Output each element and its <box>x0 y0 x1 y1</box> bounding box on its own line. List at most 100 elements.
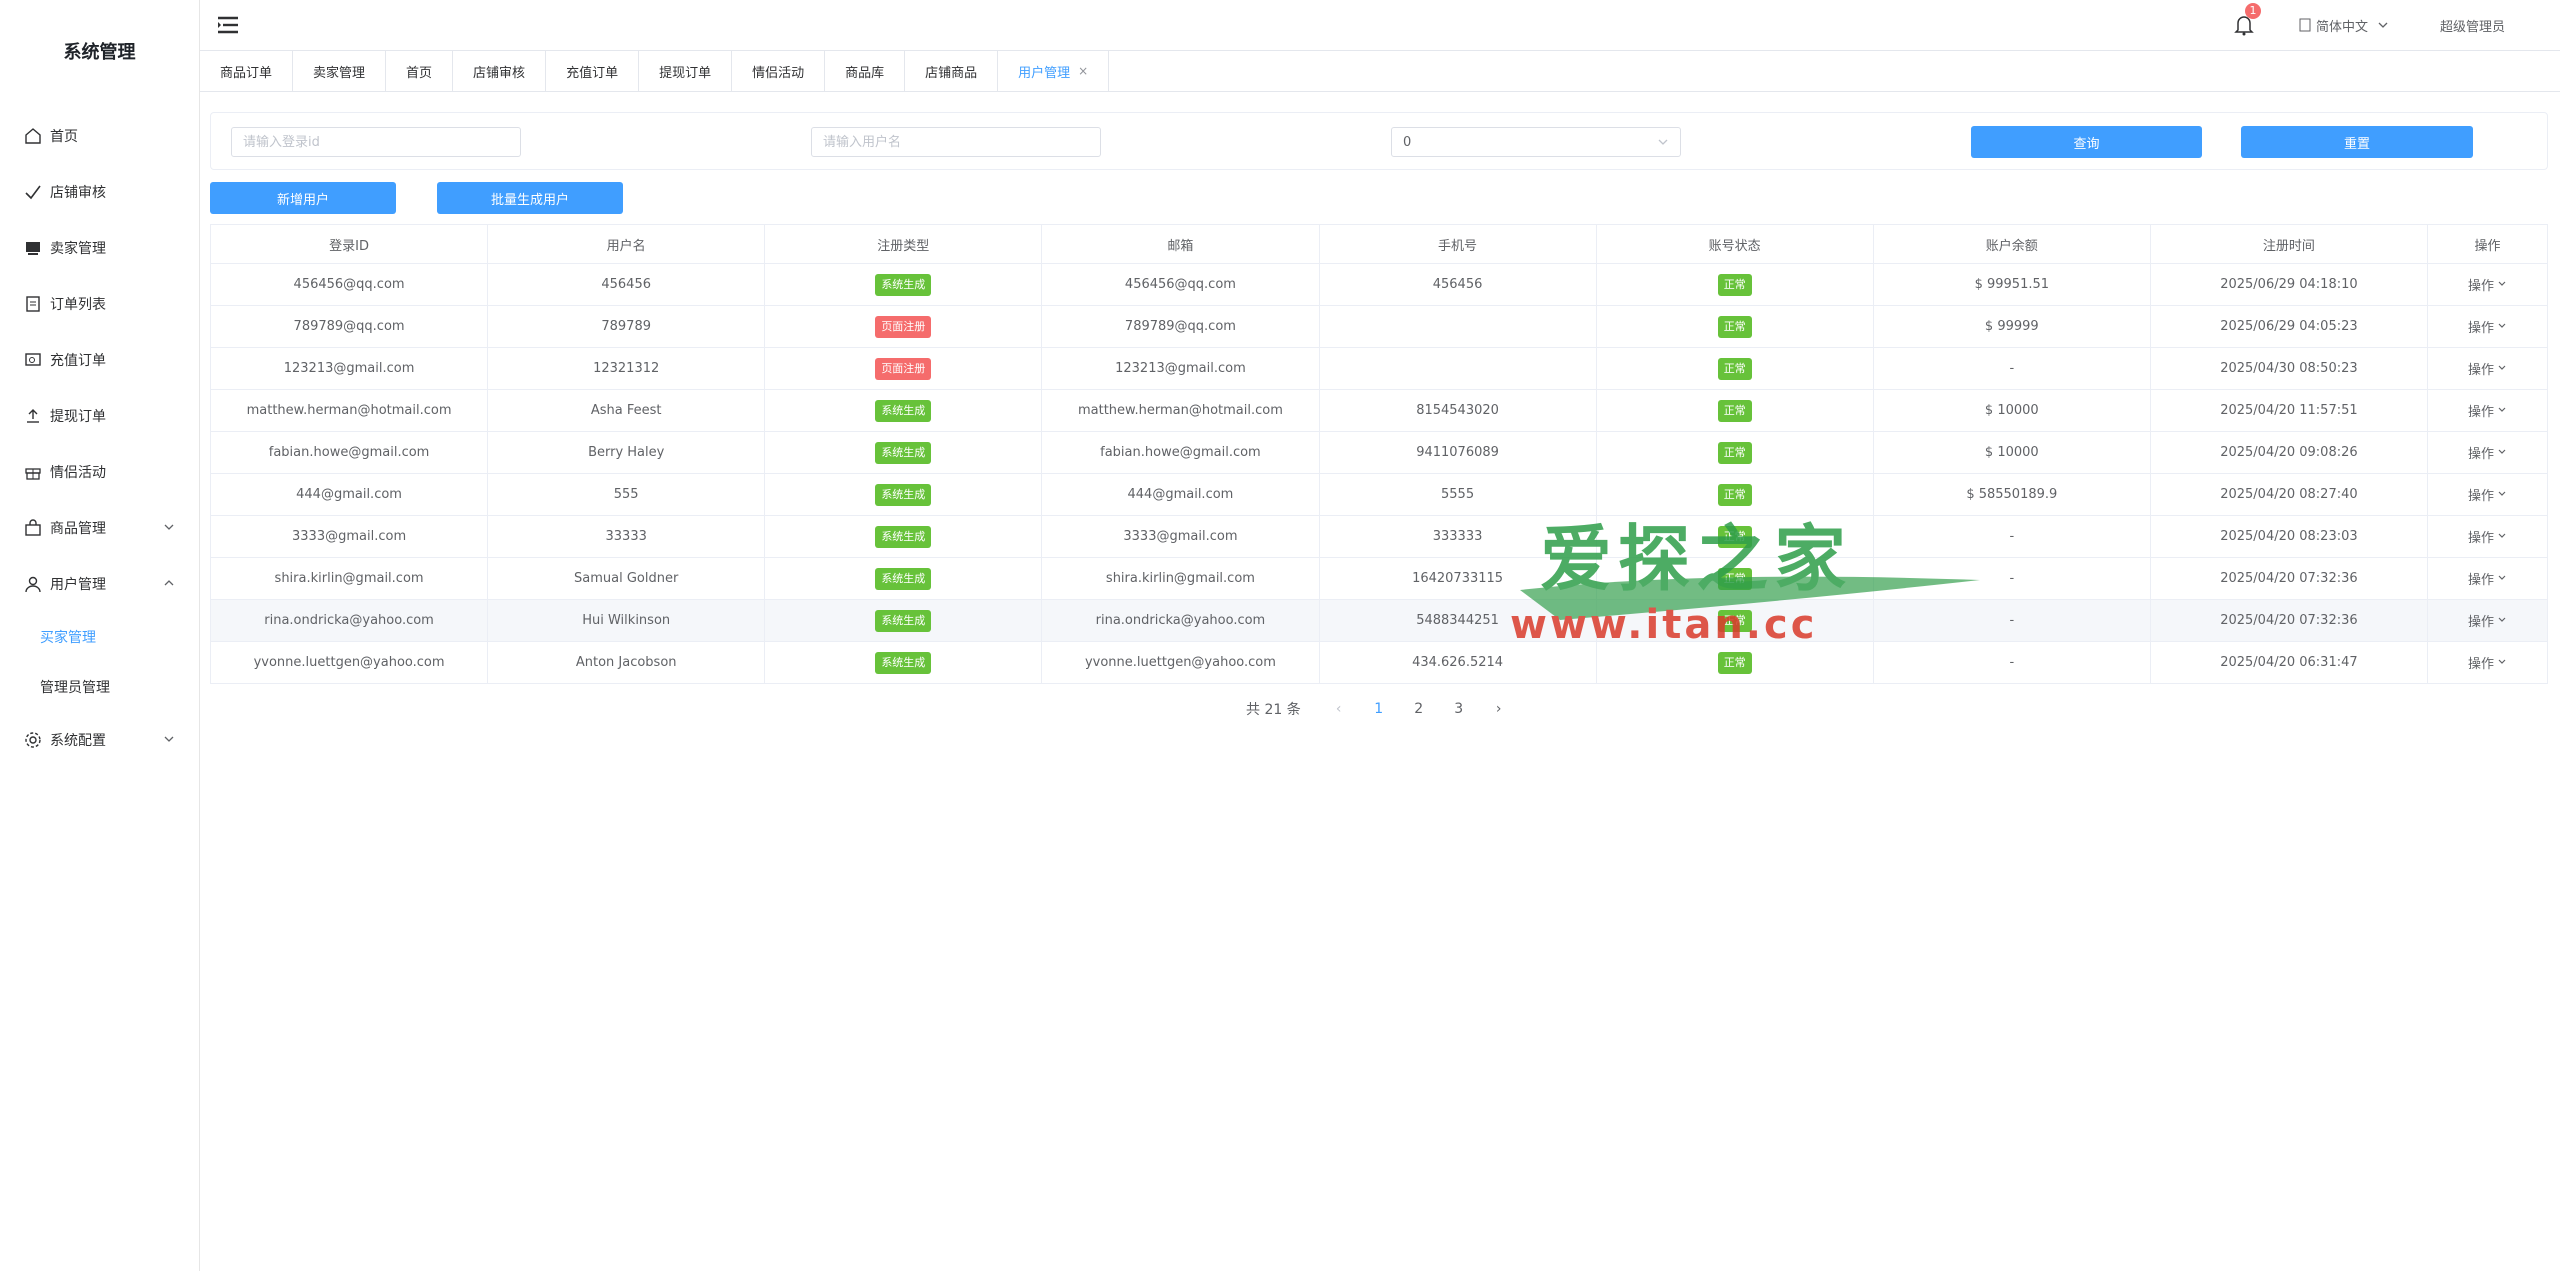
cell-register-type: 系统生成 <box>764 263 1043 306</box>
query-button[interactable]: 查询 <box>1971 126 2202 158</box>
row-actions-dropdown[interactable]: 操作 <box>2468 489 2507 504</box>
status-tag: 正常 <box>1717 609 1752 632</box>
tab-shop-products[interactable]: 店铺商品 <box>905 51 999 91</box>
row-actions-dropdown[interactable]: 操作 <box>2468 279 2507 294</box>
row-actions-dropdown[interactable]: 操作 <box>2468 573 2507 588</box>
cell-status: 正常 <box>1595 389 1874 432</box>
menu-toggle-icon[interactable] <box>216 14 240 36</box>
cell-register-type: 页面注册 <box>764 347 1043 390</box>
close-icon[interactable]: × <box>1078 64 1088 78</box>
status-tag: 正常 <box>1717 441 1752 464</box>
cell-login-id: 123213@gmail.com <box>209 347 489 390</box>
row-actions-dropdown[interactable]: 操作 <box>2468 615 2507 630</box>
register-type-tag: 系统生成 <box>875 651 932 674</box>
batch-generate-button[interactable]: 批量生成用户 <box>437 182 623 214</box>
col-email: 邮箱 <box>1041 224 1320 264</box>
user-menu[interactable]: 超级管理员 <box>2440 13 2505 37</box>
cell-actions: 操作 <box>2427 389 2548 432</box>
reset-button[interactable]: 重置 <box>2241 126 2473 158</box>
register-type-tag: 页面注册 <box>875 357 932 380</box>
cell-login-id: yvonne.luettgen@yahoo.com <box>209 641 489 684</box>
tab-shop-review[interactable]: 店铺审核 <box>453 51 547 91</box>
page-2[interactable]: 2 <box>1399 701 1439 717</box>
cell-register-type: 系统生成 <box>764 389 1043 432</box>
tab-product-orders[interactable]: 商品订单 <box>200 51 294 91</box>
page-3[interactable]: 3 <box>1439 701 1479 717</box>
tab-user-management[interactable]: 用户管理 × <box>998 51 1110 91</box>
cell-actions: 操作 <box>2427 431 2548 474</box>
cell-username: Samual Goldner <box>487 557 766 600</box>
cell-username: Hui Wilkinson <box>487 599 766 642</box>
notification-badge: 1 <box>2245 3 2261 19</box>
cell-actions: 操作 <box>2427 305 2548 348</box>
cell-balance: - <box>1872 515 2151 558</box>
cell-register-type: 系统生成 <box>764 473 1043 516</box>
cell-phone: 5555 <box>1318 473 1597 516</box>
tab-product-library[interactable]: 商品库 <box>825 51 906 91</box>
cell-login-id: shira.kirlin@gmail.com <box>209 557 489 600</box>
sidebar-item-withdraw[interactable]: 提现订单 <box>0 388 199 444</box>
status-tag: 正常 <box>1717 651 1752 674</box>
cell-login-id: rina.ondricka@yahoo.com <box>209 599 489 642</box>
sidebar-subitem-admins[interactable]: 管理员管理 <box>0 662 199 712</box>
tab-couple-activity[interactable]: 情侣活动 <box>732 51 826 91</box>
sidebar-item-users[interactable]: 用户管理 <box>0 556 199 612</box>
cell-email: 3333@gmail.com <box>1041 515 1320 558</box>
cell-phone: 5488344251 <box>1318 599 1597 642</box>
sidebar-item-products[interactable]: 商品管理 <box>0 500 199 556</box>
gear-icon <box>22 729 44 751</box>
username-input[interactable] <box>811 127 1101 157</box>
status-tag: 正常 <box>1717 273 1752 296</box>
sidebar-item-seller[interactable]: 卖家管理 <box>0 220 199 276</box>
sidebar-item-couple-activity[interactable]: 情侣活动 <box>0 444 199 500</box>
row-actions-dropdown[interactable]: 操作 <box>2468 321 2507 336</box>
chevron-up-icon <box>164 580 174 586</box>
cell-status: 正常 <box>1595 641 1874 684</box>
sidebar-item-orders[interactable]: 订单列表 <box>0 276 199 332</box>
login-id-input[interactable] <box>231 127 521 157</box>
status-select[interactable]: 0 <box>1391 127 1681 157</box>
add-user-button[interactable]: 新增用户 <box>210 182 396 214</box>
sidebar-menu: 首页 店铺审核 卖家管理 订单列表 充值订单 提现订单 情侣活动 商品管理 用户… <box>0 108 199 768</box>
row-actions-dropdown[interactable]: 操作 <box>2468 531 2507 546</box>
next-page-icon[interactable]: › <box>1479 701 1519 717</box>
sidebar: 系统管理 首页 店铺审核 卖家管理 订单列表 充值订单 提现订单 情侣活动 商品… <box>0 0 200 1271</box>
status-tag: 正常 <box>1717 567 1752 590</box>
chevron-down-icon <box>164 736 174 742</box>
cell-register-type: 系统生成 <box>764 599 1043 642</box>
row-actions-dropdown[interactable]: 操作 <box>2468 657 2507 672</box>
tab-seller-management[interactable]: 卖家管理 <box>293 51 387 91</box>
cell-username: Asha Feest <box>487 389 766 432</box>
app-title: 系统管理 <box>63 42 136 63</box>
page-1[interactable]: 1 <box>1359 701 1399 717</box>
row-actions-dropdown[interactable]: 操作 <box>2468 405 2507 420</box>
sidebar-item-label: 提现订单 <box>50 409 106 425</box>
cell-register-time: 2025/04/20 11:57:51 <box>2149 389 2429 432</box>
user-icon <box>22 573 44 595</box>
tab-withdraw-orders[interactable]: 提现订单 <box>639 51 733 91</box>
row-actions-dropdown[interactable]: 操作 <box>2468 447 2507 462</box>
sidebar-subitem-buyers[interactable]: 买家管理 <box>0 612 199 662</box>
sidebar-item-label: 卖家管理 <box>50 241 106 257</box>
cell-register-time: 2025/04/20 06:31:47 <box>2149 641 2429 684</box>
prev-page-icon[interactable]: ‹ <box>1319 701 1359 717</box>
sidebar-item-label: 充值订单 <box>50 353 106 369</box>
sidebar-item-label: 用户管理 <box>50 577 106 593</box>
language-select[interactable]: 简体中文 <box>2298 13 2390 37</box>
sidebar-item-shop-review[interactable]: 店铺审核 <box>0 164 199 220</box>
cell-register-type: 系统生成 <box>764 557 1043 600</box>
chevron-down-icon <box>2498 617 2506 622</box>
cell-status: 正常 <box>1595 473 1874 516</box>
row-actions-dropdown[interactable]: 操作 <box>2468 363 2507 378</box>
tab-recharge-orders[interactable]: 充值订单 <box>546 51 640 91</box>
sidebar-item-recharge[interactable]: 充值订单 <box>0 332 199 388</box>
cell-register-type: 系统生成 <box>764 431 1043 474</box>
cell-phone: 8154543020 <box>1318 389 1597 432</box>
seller-icon <box>22 237 44 259</box>
sidebar-item-home[interactable]: 首页 <box>0 108 199 164</box>
chevron-down-icon <box>2498 533 2506 538</box>
tab-home[interactable]: 首页 <box>386 51 454 91</box>
sidebar-item-system-config[interactable]: 系统配置 <box>0 712 199 768</box>
cell-balance: $ 10000 <box>1872 389 2151 432</box>
pagination: 共 21 条 ‹ 1 2 3 › <box>1246 697 1519 721</box>
